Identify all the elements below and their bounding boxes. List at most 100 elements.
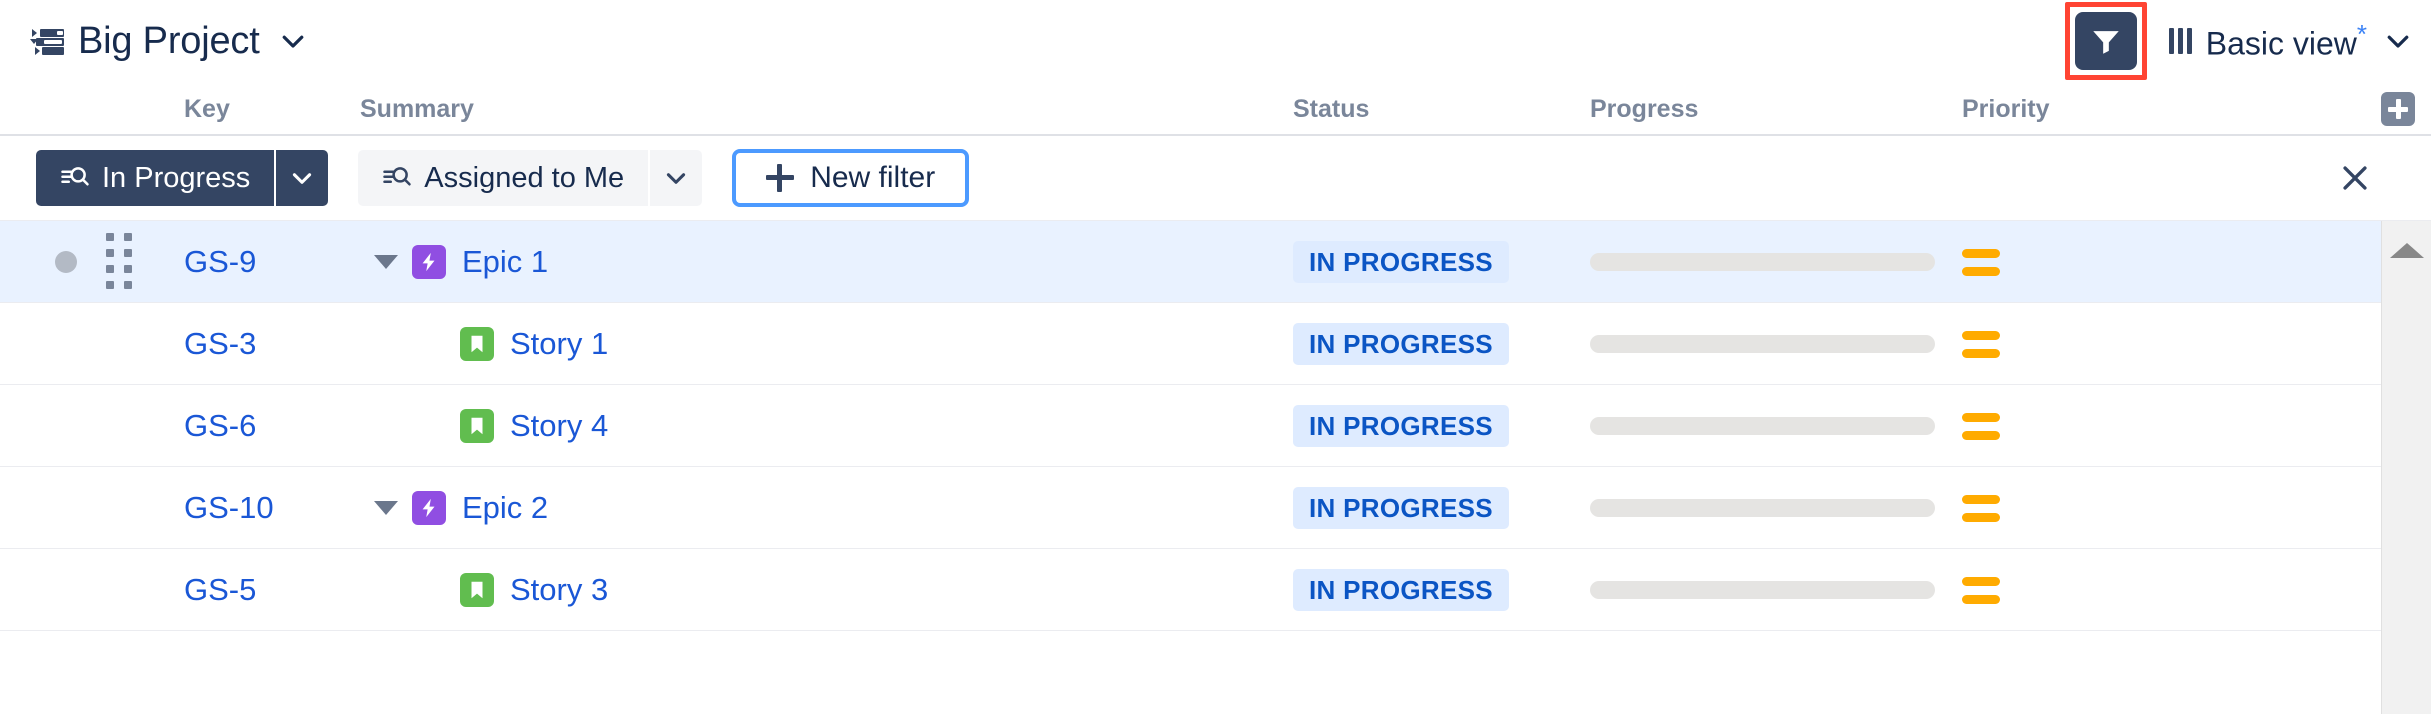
epic-bolt-icon bbox=[422, 252, 435, 272]
issue-type-epic-icon bbox=[412, 245, 446, 279]
top-bar-actions: Basic view* bbox=[2064, 0, 2413, 82]
chevron-down-icon bbox=[667, 173, 686, 184]
issue-type-story-icon bbox=[460, 409, 494, 443]
chevron-down-icon bbox=[293, 173, 312, 184]
issue-progress-cell bbox=[1590, 303, 1935, 385]
hierarchy-list-icon bbox=[30, 26, 64, 56]
column-header-summary[interactable]: Summary bbox=[360, 95, 474, 124]
filter-button-highlight bbox=[2064, 2, 2147, 80]
issue-key-cell: GS-6 bbox=[184, 385, 256, 467]
issue-status-cell: IN PROGRESS bbox=[1293, 303, 1509, 385]
issue-type-story-icon bbox=[460, 573, 494, 607]
table-row[interactable]: GS-3 Story 1 IN PROGRESS bbox=[0, 303, 2381, 385]
status-badge[interactable]: IN PROGRESS bbox=[1293, 323, 1509, 365]
filter-pill-assigned-to-me[interactable]: Assigned to Me bbox=[358, 150, 649, 206]
project-title-group[interactable]: Big Project bbox=[30, 20, 308, 63]
issue-key-cell: GS-9 bbox=[184, 221, 256, 303]
issue-key-cell: GS-5 bbox=[184, 549, 256, 631]
issue-key-link[interactable]: GS-3 bbox=[184, 326, 256, 362]
issue-progress-cell bbox=[1590, 221, 1935, 303]
issue-summary-link[interactable]: Story 1 bbox=[510, 326, 608, 362]
issue-priority-cell bbox=[1962, 549, 2002, 631]
issue-summary-link[interactable]: Story 3 bbox=[510, 572, 608, 608]
jira-project-table-view: Big Project Basic view* Key Summary Stat… bbox=[0, 0, 2431, 714]
issue-summary-cell: Epic 2 bbox=[360, 467, 548, 549]
filter-toggle-button[interactable] bbox=[2074, 12, 2137, 70]
issue-key-link[interactable]: GS-9 bbox=[184, 244, 256, 280]
funnel-icon bbox=[2092, 31, 2119, 54]
top-bar: Big Project Basic view* bbox=[0, 0, 2431, 82]
table-row[interactable]: GS-6 Story 4 IN PROGRESS bbox=[0, 385, 2381, 467]
filter-pill-assigned-to-me-label: Assigned to Me bbox=[424, 161, 625, 194]
saved-filter-icon bbox=[383, 167, 412, 186]
issue-type-story-icon bbox=[460, 327, 494, 361]
priority-medium-icon[interactable] bbox=[1962, 494, 2002, 522]
filter-bar: In Progress Assigned to Me New filter bbox=[0, 136, 2431, 221]
columns-icon bbox=[2168, 28, 2192, 54]
issue-summary-cell: Epic 1 bbox=[360, 221, 548, 303]
new-filter-button[interactable]: New filter bbox=[732, 149, 970, 207]
table-row[interactable]: GS-10 Epic 2 IN PROGRESS bbox=[0, 467, 2381, 549]
filter-pill-in-progress-caret[interactable] bbox=[274, 150, 329, 206]
issue-type-epic-icon bbox=[412, 491, 446, 525]
plus-icon bbox=[766, 164, 795, 192]
story-bookmark-icon bbox=[471, 417, 483, 435]
column-header-status[interactable]: Status bbox=[1293, 95, 1369, 124]
view-selector[interactable]: Basic view* bbox=[2168, 19, 2413, 63]
filter-pill-in-progress[interactable]: In Progress bbox=[36, 150, 275, 206]
view-chevron-down-icon[interactable] bbox=[2383, 26, 2413, 56]
issue-summary-link[interactable]: Epic 2 bbox=[462, 490, 548, 526]
progress-bar bbox=[1590, 581, 1935, 599]
status-badge[interactable]: IN PROGRESS bbox=[1293, 487, 1509, 529]
priority-medium-icon[interactable] bbox=[1962, 576, 2002, 604]
issue-summary-cell: Story 1 bbox=[360, 303, 608, 385]
progress-bar bbox=[1590, 417, 1935, 435]
issue-key-cell: GS-10 bbox=[184, 467, 274, 549]
status-badge[interactable]: IN PROGRESS bbox=[1293, 241, 1509, 283]
issue-key-link[interactable]: GS-5 bbox=[184, 572, 256, 608]
project-chevron-down-icon[interactable] bbox=[278, 26, 308, 56]
issue-priority-cell bbox=[1962, 385, 2002, 467]
issue-key-link[interactable]: GS-10 bbox=[184, 490, 274, 526]
issue-status-cell: IN PROGRESS bbox=[1293, 221, 1509, 303]
story-bookmark-icon bbox=[471, 335, 483, 353]
close-icon bbox=[2343, 166, 2367, 190]
row-drag-handle[interactable] bbox=[100, 221, 140, 303]
filter-pill-assigned-to-me-caret[interactable] bbox=[648, 150, 703, 206]
table-row[interactable]: GS-5 Story 3 IN PROGRESS bbox=[0, 549, 2381, 631]
issue-summary-link[interactable]: Story 4 bbox=[510, 408, 608, 444]
row-expand-caret-icon[interactable] bbox=[360, 501, 412, 515]
issue-priority-cell bbox=[1962, 221, 2002, 303]
add-column-button[interactable] bbox=[2381, 92, 2415, 126]
issue-status-cell: IN PROGRESS bbox=[1293, 549, 1509, 631]
priority-medium-icon[interactable] bbox=[1962, 330, 2002, 358]
progress-bar bbox=[1590, 335, 1935, 353]
saved-filter-icon bbox=[61, 167, 89, 186]
table-row[interactable]: GS-9 Epic 1 IN PROGRESS bbox=[0, 221, 2381, 303]
issue-priority-cell bbox=[1962, 303, 2002, 385]
priority-medium-icon[interactable] bbox=[1962, 248, 2002, 276]
story-bookmark-icon bbox=[471, 581, 483, 599]
issue-priority-cell bbox=[1962, 467, 2002, 549]
close-filter-bar-button[interactable] bbox=[2335, 158, 2375, 198]
filter-pill-in-progress-group: In Progress bbox=[36, 150, 329, 206]
vertical-scrollbar[interactable] bbox=[2381, 221, 2431, 714]
filter-pill-assigned-to-me-group: Assigned to Me bbox=[358, 150, 703, 206]
row-expand-caret-icon[interactable] bbox=[360, 255, 412, 269]
status-badge[interactable]: IN PROGRESS bbox=[1293, 405, 1509, 447]
issue-progress-cell bbox=[1590, 549, 1935, 631]
issue-key-link[interactable]: GS-6 bbox=[184, 408, 256, 444]
view-label: Basic view* bbox=[2206, 19, 2367, 63]
column-header-key[interactable]: Key bbox=[184, 95, 230, 124]
issue-summary-cell: Story 4 bbox=[360, 385, 608, 467]
scroll-up-arrow-icon[interactable] bbox=[2389, 243, 2424, 258]
column-header-progress[interactable]: Progress bbox=[1590, 95, 1698, 124]
issue-key-cell: GS-3 bbox=[184, 303, 256, 385]
table-column-headers: Key Summary Status Progress Priority bbox=[0, 82, 2431, 136]
issue-status-cell: IN PROGRESS bbox=[1293, 385, 1509, 467]
status-badge[interactable]: IN PROGRESS bbox=[1293, 569, 1509, 611]
column-header-priority[interactable]: Priority bbox=[1962, 95, 2050, 124]
issue-status-cell: IN PROGRESS bbox=[1293, 467, 1509, 549]
issue-summary-link[interactable]: Epic 1 bbox=[462, 244, 548, 280]
priority-medium-icon[interactable] bbox=[1962, 412, 2002, 440]
